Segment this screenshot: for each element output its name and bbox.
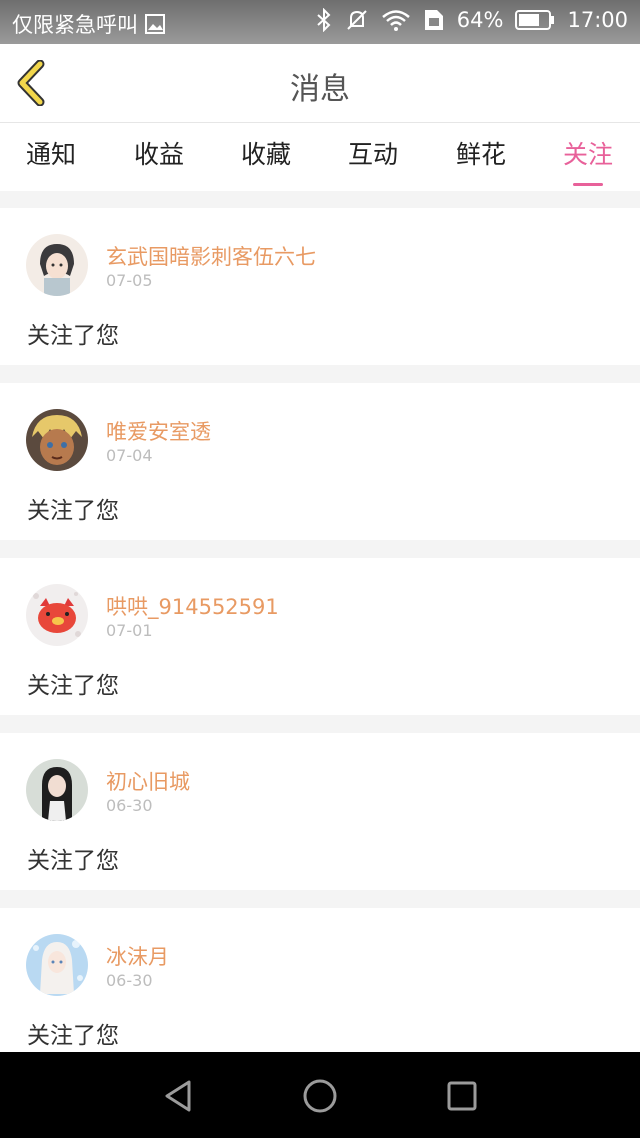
tab-following[interactable]: 关注	[563, 135, 613, 186]
message-text: 关注了您	[27, 323, 119, 349]
user-name[interactable]: 哄哄_914552591	[106, 591, 279, 621]
wifi-icon	[381, 8, 411, 32]
red-pig-avatar-icon	[26, 584, 88, 646]
clock-text: 17:00	[567, 8, 628, 32]
list-item[interactable]: 玄武国暗影刺客伍六七 07-05 关注了您	[0, 208, 640, 365]
tab-earnings[interactable]: 收益	[134, 135, 184, 171]
avatar[interactable]	[26, 584, 88, 646]
avatar[interactable]	[26, 759, 88, 821]
avatar[interactable]	[26, 934, 88, 996]
message-list: 玄武国暗影刺客伍六七 07-05 关注了您 唯爱安室透 07-04 关注了您 哄…	[0, 208, 640, 1083]
tab-bar: 通知 收益 收藏 互动 鲜花 关注	[0, 123, 640, 191]
anime-girl-avatar-icon	[26, 234, 88, 296]
nav-recents-button[interactable]	[440, 1074, 484, 1118]
nav-home-button[interactable]	[298, 1074, 342, 1118]
list-item[interactable]: 冰沫月 06-30 关注了您	[0, 908, 640, 1065]
recents-square-icon	[447, 1081, 477, 1111]
message-date: 06-30	[106, 796, 153, 815]
battery-icon	[515, 9, 555, 31]
message-date: 06-30	[106, 971, 153, 990]
list-item[interactable]: 初心旧城 06-30 关注了您	[0, 733, 640, 890]
header-bar: 消息	[0, 44, 640, 123]
tab-flowers[interactable]: 鲜花	[456, 135, 506, 171]
avatar[interactable]	[26, 234, 88, 296]
user-name[interactable]: 初心旧城	[106, 766, 190, 796]
bluetooth-icon	[315, 8, 333, 32]
message-text: 关注了您	[27, 673, 119, 699]
status-bar: 仅限紧急呼叫 64% 17:00	[0, 0, 640, 44]
anime-blue-avatar-icon	[26, 934, 88, 996]
message-text: 关注了您	[27, 498, 119, 524]
message-text: 关注了您	[27, 848, 119, 874]
back-triangle-icon	[165, 1080, 191, 1112]
message-date: 07-01	[106, 621, 153, 640]
tab-favorites[interactable]: 收藏	[241, 135, 291, 171]
tab-interaction[interactable]: 互动	[348, 135, 398, 171]
message-date: 07-04	[106, 446, 153, 465]
message-date: 07-05	[106, 271, 153, 290]
message-text: 关注了您	[27, 1023, 119, 1049]
battery-percent: 64%	[456, 8, 504, 32]
tab-notification[interactable]: 通知	[26, 135, 76, 171]
sim-icon	[423, 8, 445, 32]
avatar[interactable]	[26, 409, 88, 471]
list-item[interactable]: 哄哄_914552591 07-01 关注了您	[0, 558, 640, 715]
user-name[interactable]: 唯爱安室透	[106, 416, 211, 446]
active-tab-indicator	[573, 183, 604, 186]
home-circle-icon	[303, 1079, 337, 1113]
navigation-bar	[0, 1052, 640, 1138]
list-item[interactable]: 唯爱安室透 07-04 关注了您	[0, 383, 640, 540]
girl-photo-avatar-icon	[26, 759, 88, 821]
mute-icon	[345, 8, 369, 32]
user-name[interactable]: 玄武国暗影刺客伍六七	[106, 241, 316, 271]
anime-boy-avatar-icon	[26, 409, 88, 471]
page-title: 消息	[290, 72, 350, 107]
nav-back-button[interactable]	[156, 1074, 200, 1118]
image-icon	[144, 13, 166, 35]
carrier-text: 仅限紧急呼叫	[12, 13, 138, 37]
user-name[interactable]: 冰沫月	[106, 941, 169, 971]
